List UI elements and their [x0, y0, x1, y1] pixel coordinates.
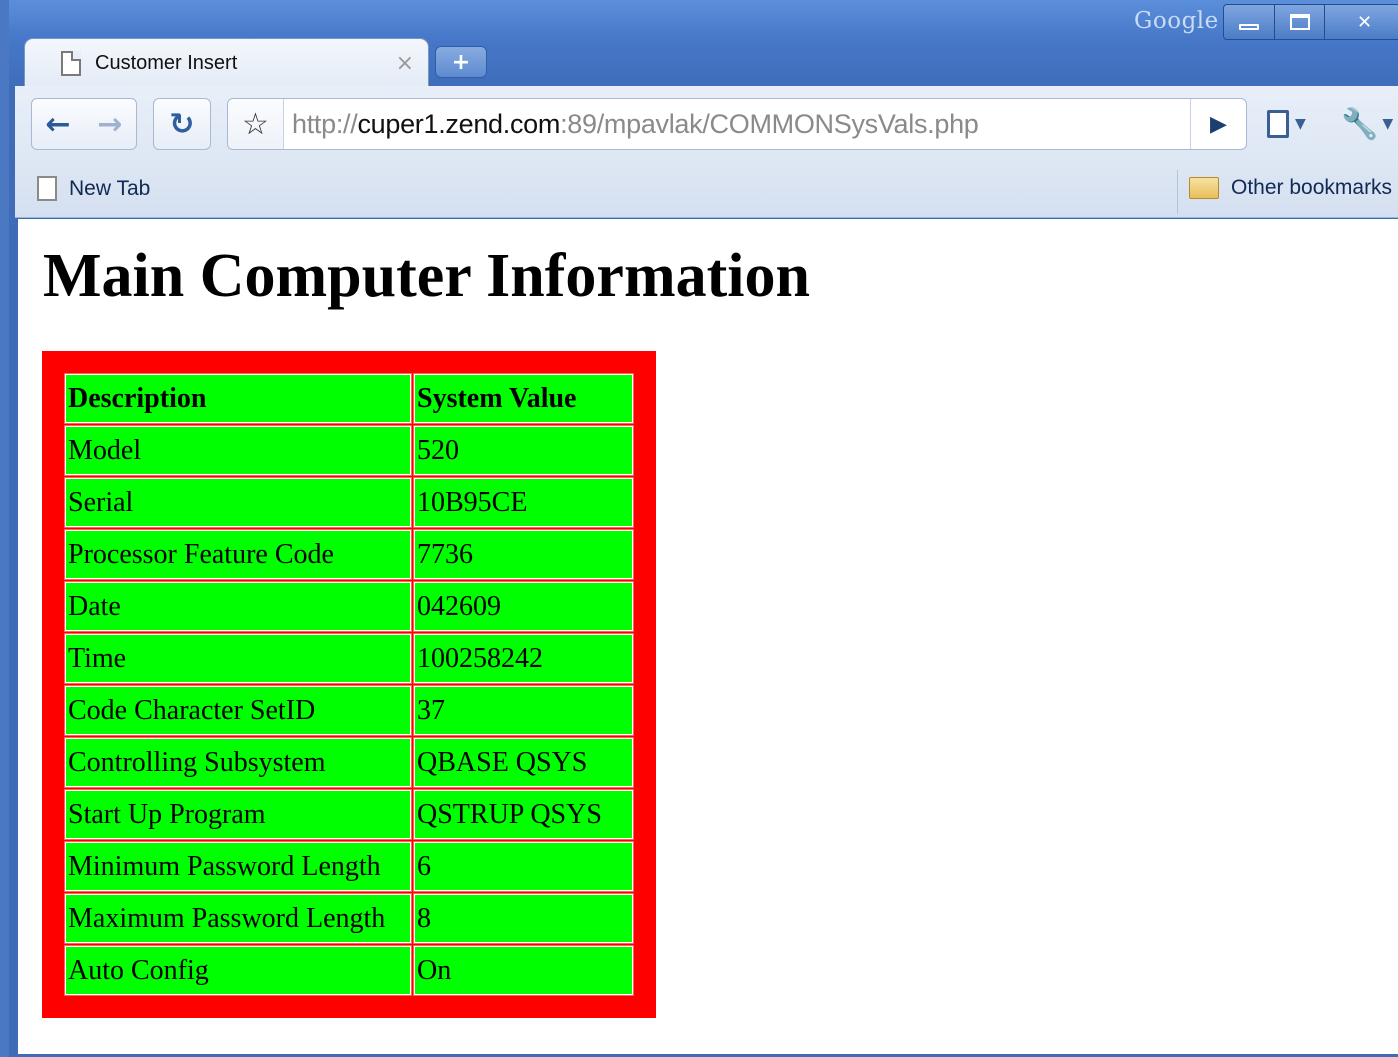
- back-arrow-icon[interactable]: ←: [45, 107, 70, 142]
- description-cell: Code Character SetID: [64, 685, 412, 736]
- brand-label: Google: [1134, 8, 1219, 34]
- table-row: Minimum Password Length 6: [64, 841, 634, 892]
- description-cell: Controlling Subsystem: [64, 737, 412, 788]
- table-row: Serial 10B95CE: [64, 477, 634, 528]
- url-scheme: http://: [292, 109, 358, 139]
- value-cell: 10B95CE: [413, 477, 634, 528]
- header-description: Description: [64, 373, 412, 424]
- value-cell: 7736: [413, 529, 634, 580]
- page-icon: [37, 176, 57, 201]
- other-bookmarks-label: Other bookmarks: [1231, 176, 1393, 199]
- table-row: Maximum Password Length 8: [64, 893, 634, 944]
- value-cell: 37: [413, 685, 634, 736]
- page-icon: [61, 51, 81, 76]
- table-row: Time 100258242: [64, 633, 634, 684]
- new-tab-button[interactable]: +: [435, 46, 487, 78]
- table-row: Start Up Program QSTRUP QSYS: [64, 789, 634, 840]
- table-row: Auto Config On: [64, 945, 634, 996]
- reload-button[interactable]: ↻: [153, 98, 211, 150]
- system-values-table: Description System Value Model 520 Seria…: [42, 351, 656, 1018]
- value-cell: QSTRUP QSYS: [413, 789, 634, 840]
- url-host: cuper1.zend.com: [357, 109, 561, 139]
- table-row: Controlling Subsystem QBASE QSYS: [64, 737, 634, 788]
- value-cell: 100258242: [413, 633, 634, 684]
- value-cell: QBASE QSYS: [413, 737, 634, 788]
- bookmarks-divider: [1177, 170, 1178, 214]
- tab-title: Customer Insert: [95, 52, 238, 74]
- tab-close-icon[interactable]: ×: [396, 51, 414, 76]
- window-controls: ✕: [1223, 4, 1398, 40]
- description-cell: Auto Config: [64, 945, 412, 996]
- table-header-row: Description System Value: [64, 373, 634, 424]
- url-path: :89/mpavlak/COMMONSysVals.php: [560, 109, 979, 139]
- minimize-icon: [1239, 24, 1259, 30]
- wrench-icon[interactable]: 🔧 ▼: [1341, 106, 1393, 142]
- maximize-button[interactable]: [1275, 4, 1325, 40]
- description-cell: Minimum Password Length: [64, 841, 412, 892]
- close-icon: ✕: [1356, 11, 1373, 33]
- back-forward-group: ← →: [31, 98, 137, 150]
- value-cell: On: [413, 945, 634, 996]
- description-cell: Model: [64, 425, 412, 476]
- star-icon[interactable]: ☆: [228, 99, 284, 149]
- value-cell: 042609: [413, 581, 634, 632]
- close-window-button[interactable]: ✕: [1325, 4, 1398, 40]
- description-cell: Time: [64, 633, 412, 684]
- bookmark-label: New Tab: [69, 176, 151, 200]
- maximize-icon: [1289, 14, 1310, 30]
- go-arrow-icon[interactable]: ▶: [1190, 99, 1246, 149]
- value-cell: 8: [413, 893, 634, 944]
- bookmarks-bar: New Tab Other bookmarks: [15, 166, 1398, 218]
- browser-window: Google ✕ Customer Insert × + ← → ↻ ☆ htt…: [0, 0, 1398, 1057]
- tab-customer-insert[interactable]: Customer Insert ×: [24, 38, 429, 88]
- table-row: Model 520: [64, 425, 634, 476]
- value-cell: 6: [413, 841, 634, 892]
- bookmark-new-tab[interactable]: New Tab: [37, 176, 150, 201]
- description-cell: Start Up Program: [64, 789, 412, 840]
- description-cell: Date: [64, 581, 412, 632]
- table-row: Processor Feature Code 7736: [64, 529, 634, 580]
- description-cell: Processor Feature Code: [64, 529, 412, 580]
- header-system-value: System Value: [413, 373, 634, 424]
- folder-icon: [1189, 177, 1219, 199]
- forward-arrow-icon[interactable]: →: [97, 107, 122, 142]
- toolbar: ← → ↻ ☆ http://cuper1.zend.com:89/mpavla…: [15, 86, 1398, 166]
- reload-icon: ↻: [169, 106, 195, 142]
- page-title: Main Computer Information: [43, 242, 810, 310]
- value-cell: 520: [413, 425, 634, 476]
- page-content: Main Computer Information Description Sy…: [18, 219, 1398, 1054]
- table-row: Code Character SetID 37: [64, 685, 634, 736]
- url-text[interactable]: http://cuper1.zend.com:89/mpavlak/COMMON…: [292, 109, 979, 140]
- address-bar[interactable]: ☆ http://cuper1.zend.com:89/mpavlak/COMM…: [227, 98, 1247, 150]
- description-cell: Serial: [64, 477, 412, 528]
- other-bookmarks[interactable]: Other bookmarks: [1189, 176, 1392, 200]
- table-row: Date 042609: [64, 581, 634, 632]
- plus-icon: +: [451, 49, 471, 75]
- minimize-button[interactable]: [1223, 4, 1275, 40]
- description-cell: Maximum Password Length: [64, 893, 412, 944]
- page-menu-icon[interactable]: ▼: [1267, 106, 1306, 142]
- title-bar: Google ✕ Customer Insert × +: [9, 0, 1398, 88]
